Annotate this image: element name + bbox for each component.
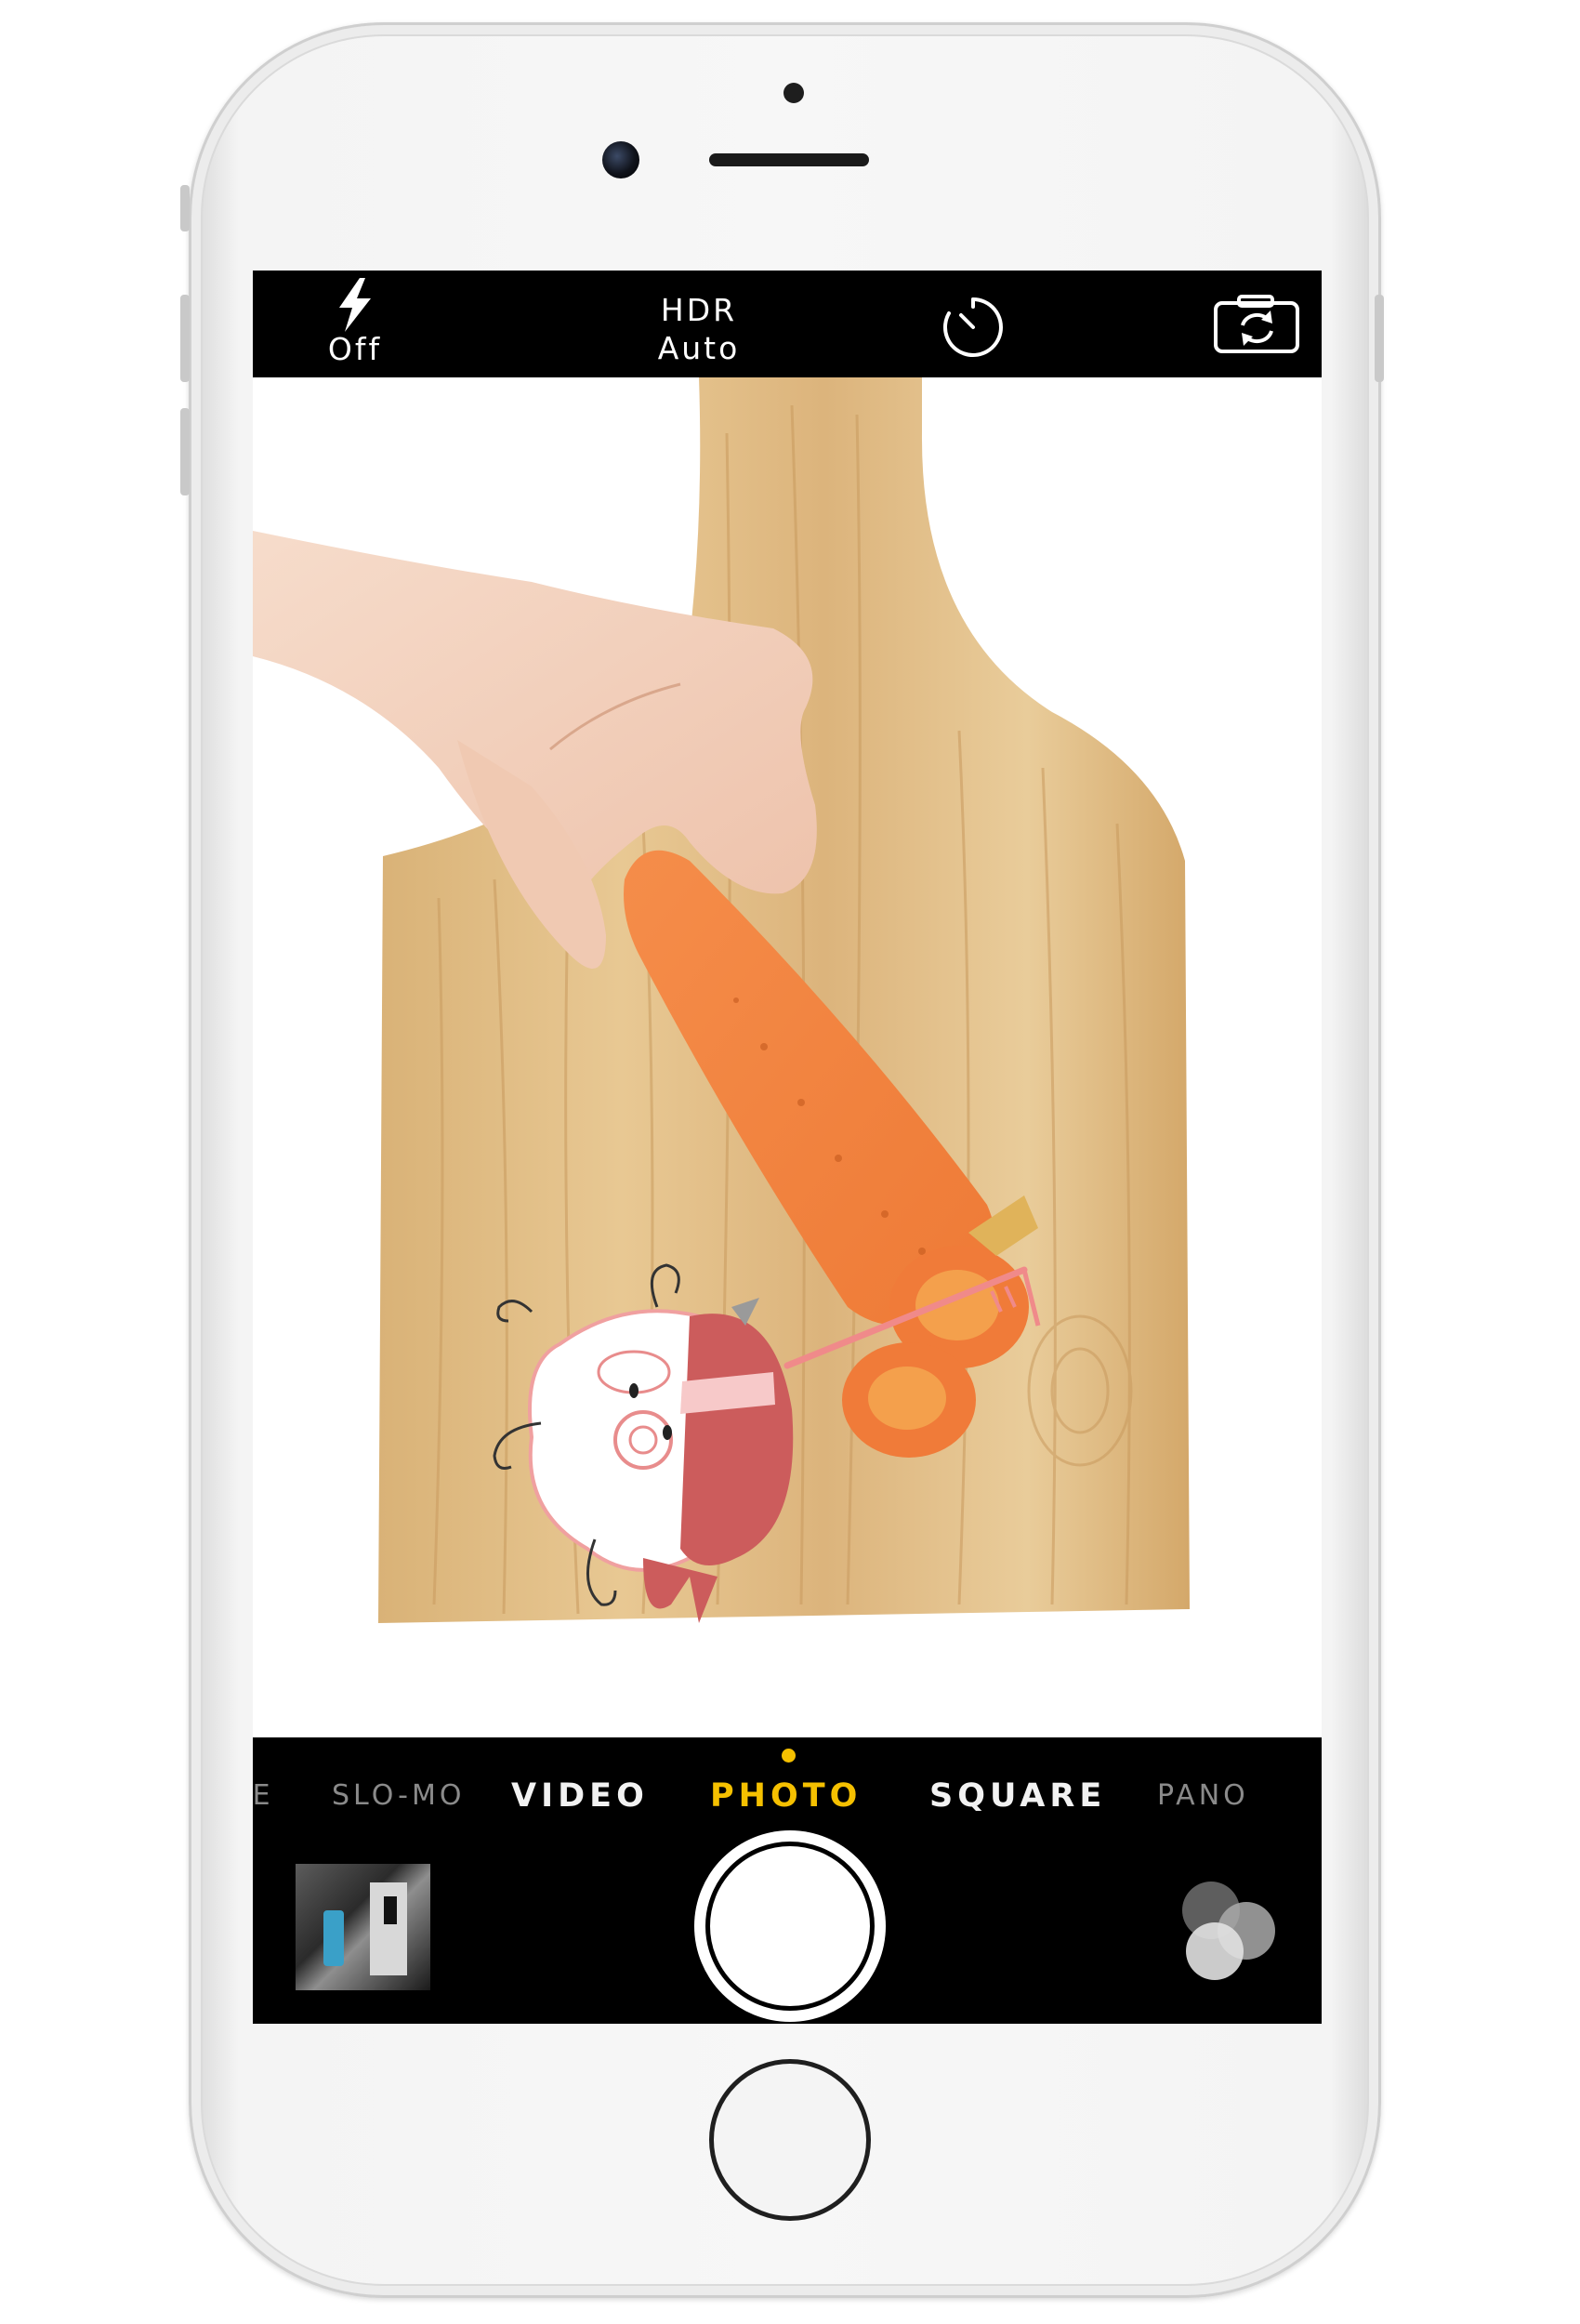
volume-down-button <box>180 408 190 495</box>
viewfinder[interactable] <box>253 377 1322 1737</box>
timer-icon <box>943 297 1003 357</box>
power-button <box>1375 295 1384 382</box>
silent-switch <box>180 185 190 231</box>
thumbnail-detail <box>384 1896 397 1924</box>
filters-button[interactable] <box>1182 1882 1284 1984</box>
mode-pano[interactable]: PANO <box>1157 1773 1249 1819</box>
viewfinder-scene <box>253 377 1190 1623</box>
volume-up-button <box>180 295 190 382</box>
flash-icon <box>339 278 371 332</box>
mode-indicator-dot <box>782 1749 796 1763</box>
shutter-inner-ring <box>705 1842 875 2011</box>
mode-slo-mo[interactable]: SLO-MO <box>332 1773 465 1819</box>
mode-picker[interactable]: APSE SLO-MO VIDEO PHOTO SQUARE PANO <box>253 1773 1322 1819</box>
last-photo-thumbnail[interactable] <box>296 1864 430 1990</box>
front-camera <box>602 141 639 178</box>
hdr-toggle[interactable]: HDR Auto <box>606 295 792 369</box>
filters-icon <box>1186 1922 1244 1980</box>
mode-photo[interactable]: PHOTO <box>710 1773 862 1819</box>
home-button[interactable] <box>709 2059 871 2221</box>
flash-toggle[interactable]: Off <box>309 276 402 374</box>
earpiece-speaker <box>709 153 869 166</box>
hdr-value: Auto <box>657 330 741 366</box>
hdr-title: HDR <box>660 292 738 328</box>
shutter-button[interactable] <box>694 1830 886 2022</box>
mode-timelapse[interactable]: APSE <box>253 1773 274 1819</box>
mode-video[interactable]: VIDEO <box>511 1773 649 1819</box>
camera-bottom-bar: APSE SLO-MO VIDEO PHOTO SQUARE PANO <box>253 1737 1322 2024</box>
camera-top-bar: Off HDR Auto <box>253 271 1322 377</box>
flash-label: Off <box>327 331 383 367</box>
mode-square[interactable]: SQUARE <box>929 1773 1106 1819</box>
thumbnail-detail <box>323 1910 344 1966</box>
switch-camera-icon <box>1214 295 1299 353</box>
timer-button[interactable] <box>936 294 1010 359</box>
switch-camera-button[interactable] <box>1213 294 1301 354</box>
camera-screen: Off HDR Auto E SLO-MO VIDEO PHOTO SQUARE… <box>253 271 1322 2024</box>
proximity-sensor <box>783 83 804 103</box>
